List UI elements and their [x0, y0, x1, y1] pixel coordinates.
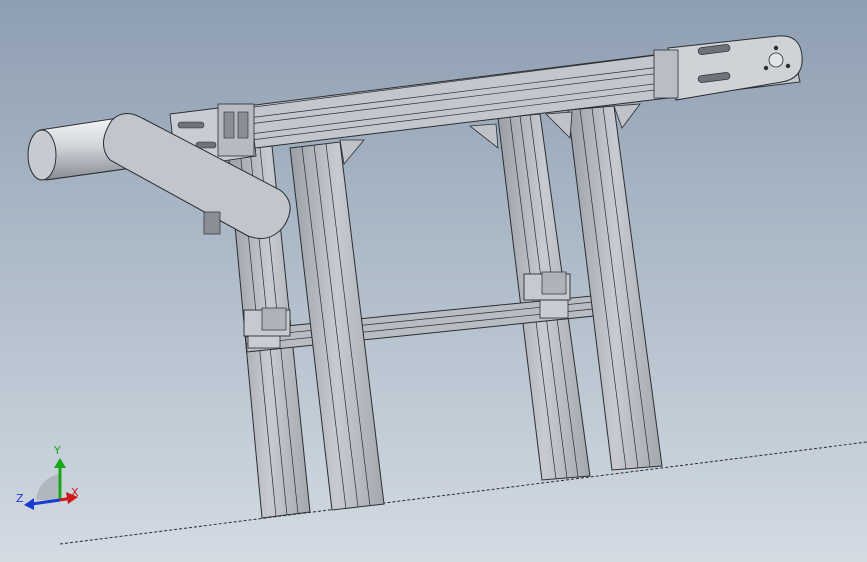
cad-scene[interactable]: Y Z X [0, 0, 867, 562]
axis-y-label: Y [53, 444, 61, 457]
post-bracket-left [243, 307, 291, 337]
post-bracket-right [523, 271, 571, 301]
axis-x-label: X [71, 486, 79, 499]
cad-viewport[interactable]: Y Z X [0, 0, 867, 562]
axis-z-label: Z [16, 492, 24, 505]
